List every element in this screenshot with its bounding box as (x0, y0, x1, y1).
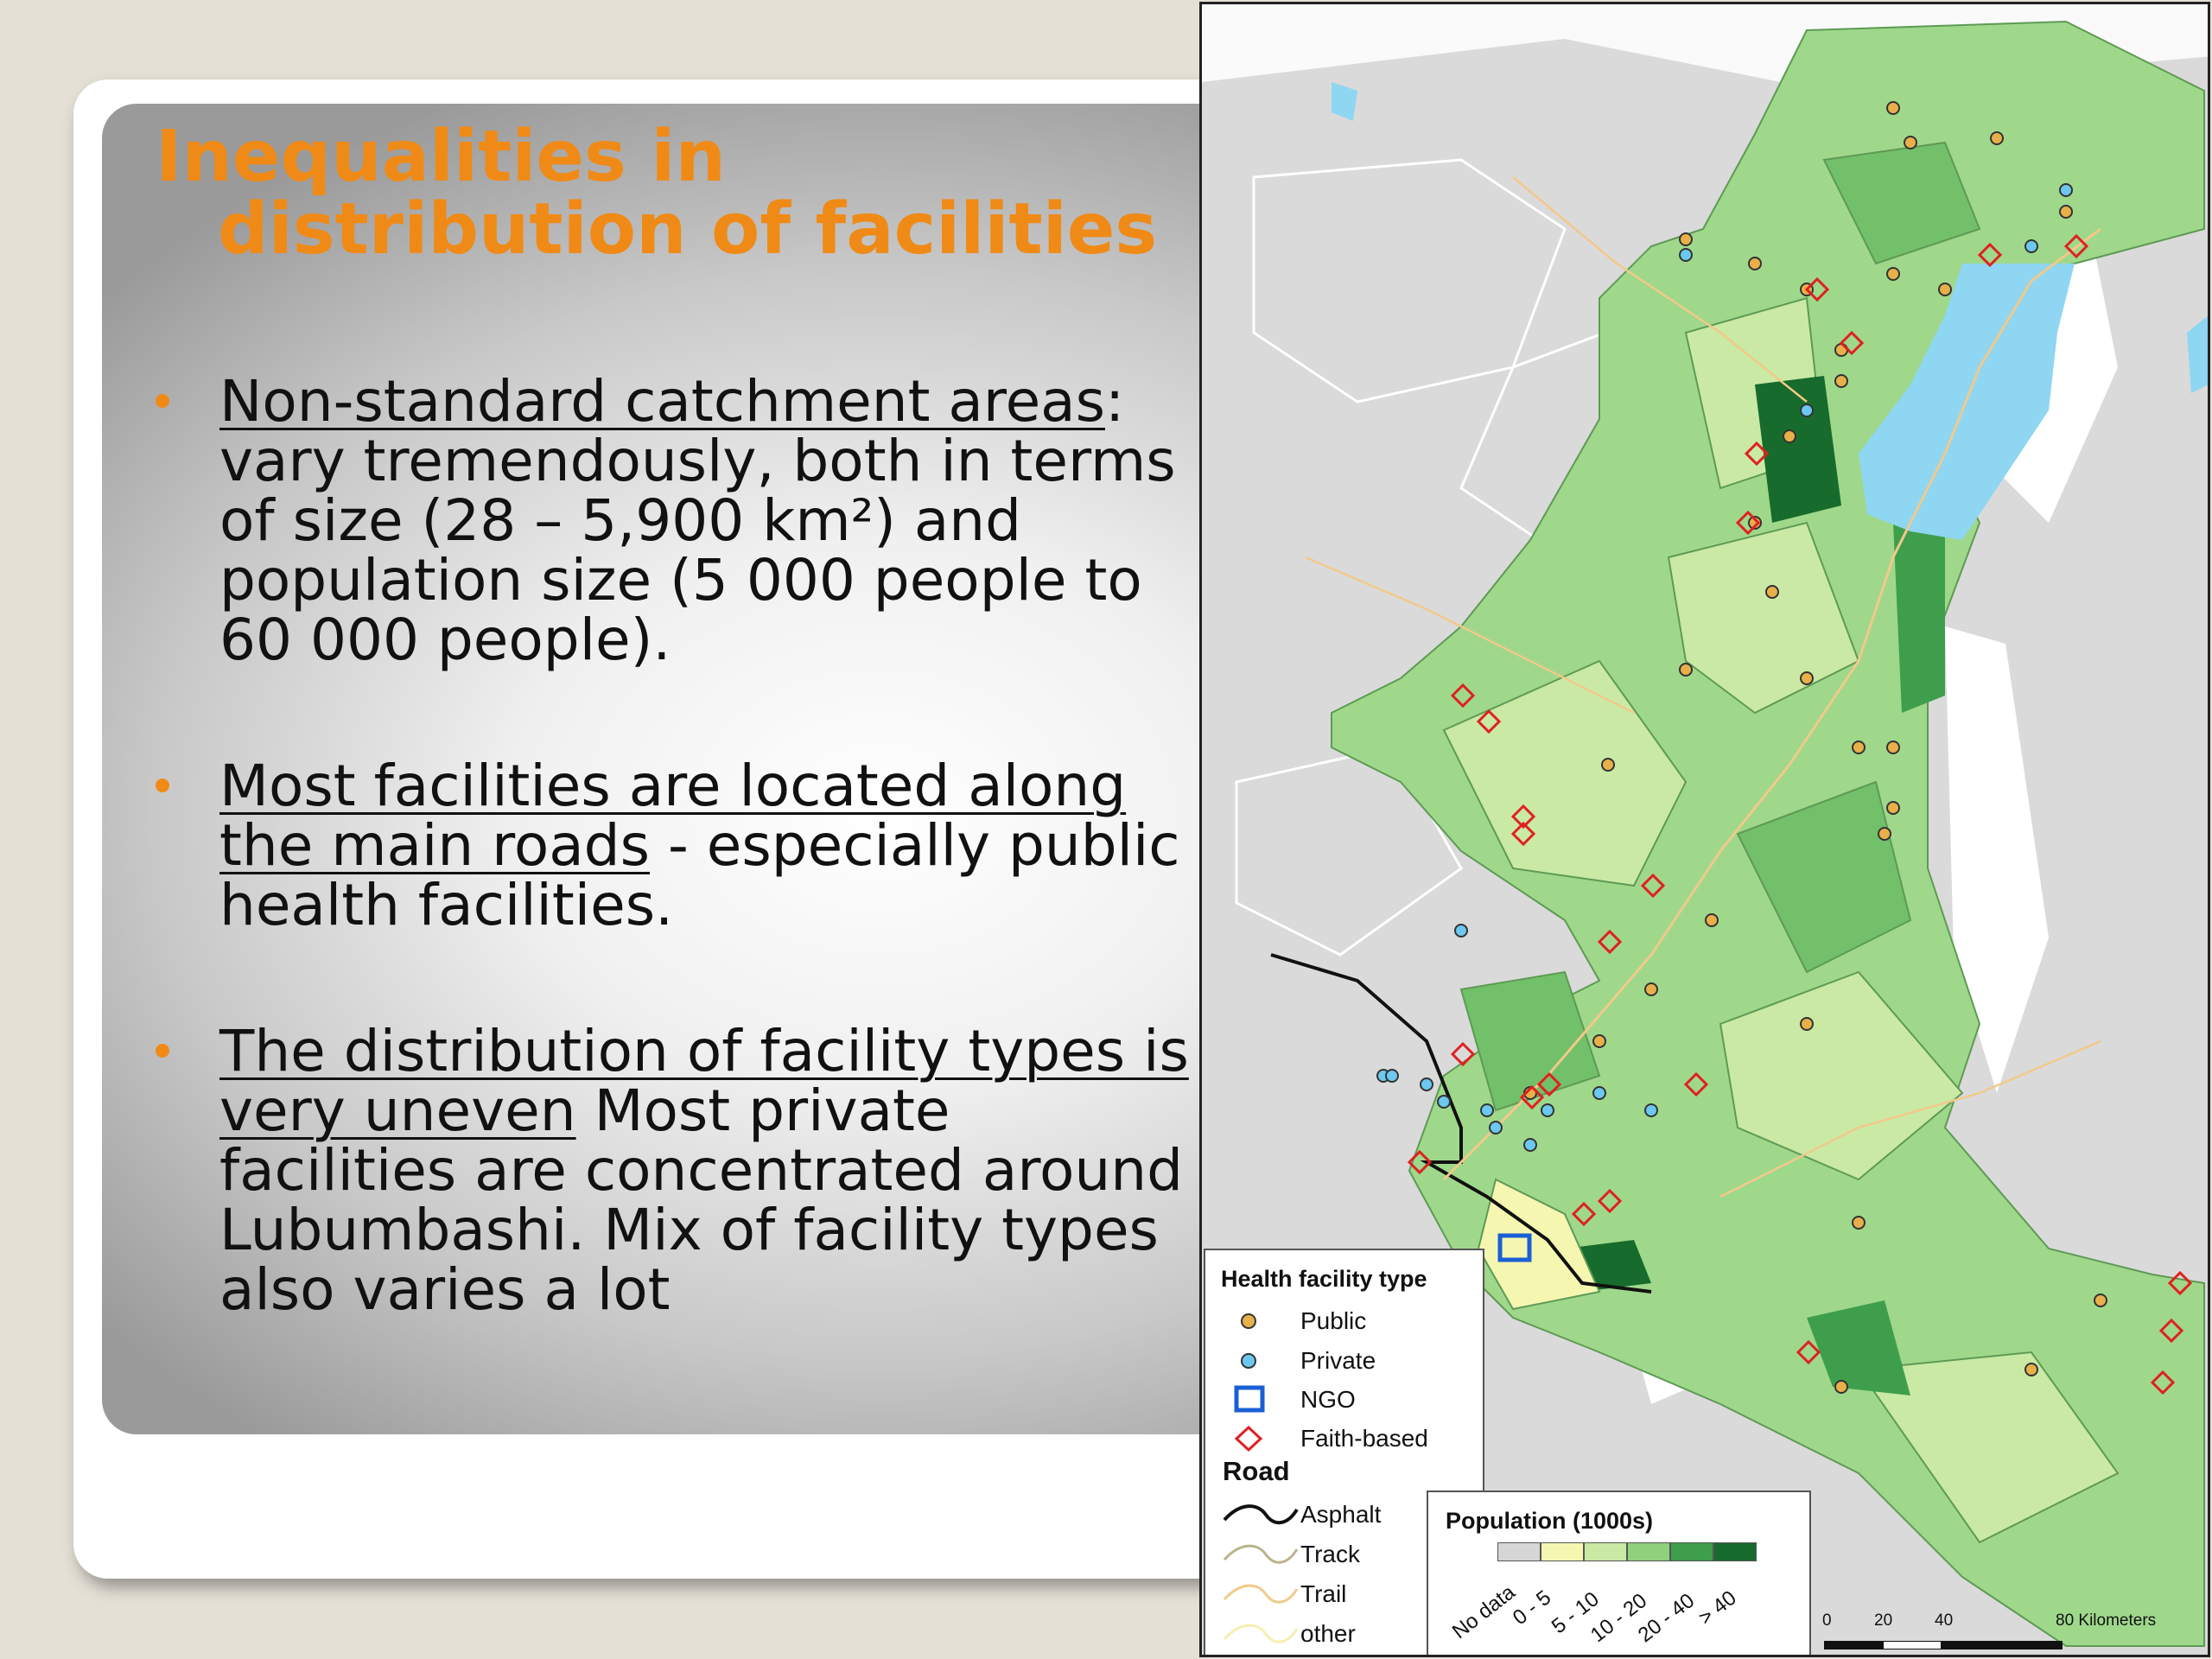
facility-legend-title: Health facility type (1221, 1266, 1427, 1292)
road-legend-title: Road (1223, 1456, 1290, 1486)
trail-road-icon (1223, 1584, 1299, 1604)
public-circle-icon (1241, 1313, 1256, 1329)
bullet-1-underlined: Non-standard catchment areas (219, 368, 1105, 435)
scale-segment (1824, 1641, 1883, 1649)
bullet-dot-icon (156, 394, 169, 408)
scale-segment (1883, 1641, 1942, 1649)
legend-label: Public (1300, 1307, 1367, 1334)
swatch-20-40 (1670, 1542, 1713, 1561)
class-label-0-5: 0 - 5 (1508, 1586, 1556, 1630)
slide-title: Inequalities in distribution of faciliti… (156, 121, 1227, 266)
asphalt-road-icon (1223, 1504, 1299, 1524)
other-road-icon (1223, 1624, 1299, 1643)
legend-label: NGO (1300, 1386, 1356, 1413)
population-legend-title: Population (1000s) (1446, 1508, 1654, 1534)
scale-tick-0: 0 (1822, 1611, 1832, 1630)
faith-based-diamond-icon (1234, 1425, 1263, 1452)
swatch-5-10 (1584, 1542, 1627, 1561)
ngo-square-icon (1234, 1385, 1265, 1413)
facility-map: Health facility type Public Private NGO … (1199, 2, 2210, 1657)
swatch-0-5 (1541, 1542, 1584, 1561)
scale-tick-80: 80 Kilometers (2056, 1611, 2157, 1630)
swatch-10-20 (1627, 1542, 1670, 1561)
bullet-facility-types: The distribution of facility types is ve… (156, 1021, 1201, 1319)
bullet-list: Non-standard catchment areas: vary treme… (156, 372, 1201, 1406)
swatch-gt-40 (1713, 1542, 1757, 1561)
scale-tick-20: 20 (1874, 1611, 1893, 1630)
scale-segment (1942, 1641, 2063, 1649)
population-legend: Population (1000s) No data 0 - 5 5 - 10 … (1427, 1491, 1811, 1655)
bullet-catchment-areas: Non-standard catchment areas: vary treme… (156, 372, 1201, 670)
legend-label: Asphalt (1300, 1501, 1382, 1528)
legend-label: Faith-based (1300, 1425, 1428, 1452)
bullet-dot-icon (156, 779, 169, 792)
class-label-gt-40: > 40 (1694, 1586, 1741, 1630)
private-circle-icon (1241, 1353, 1256, 1369)
legend-label: other (1300, 1620, 1356, 1647)
track-road-icon (1223, 1544, 1299, 1564)
scale-tick-40: 40 (1935, 1611, 1954, 1630)
swatch-no-data (1497, 1542, 1541, 1561)
legend-label: Track (1300, 1541, 1360, 1567)
slide-title-line-2: distribution of facilities (218, 188, 1158, 270)
legend-label: Trail (1300, 1580, 1347, 1607)
bullet-main-roads: Most facilities are located along the ma… (156, 756, 1201, 935)
bullet-dot-icon (156, 1044, 169, 1058)
scale-bar: 0 20 40 80 Kilometers (1822, 1611, 2202, 1655)
slide-title-line-1: Inequalities in (156, 116, 726, 198)
legend-label: Private (1300, 1347, 1376, 1374)
